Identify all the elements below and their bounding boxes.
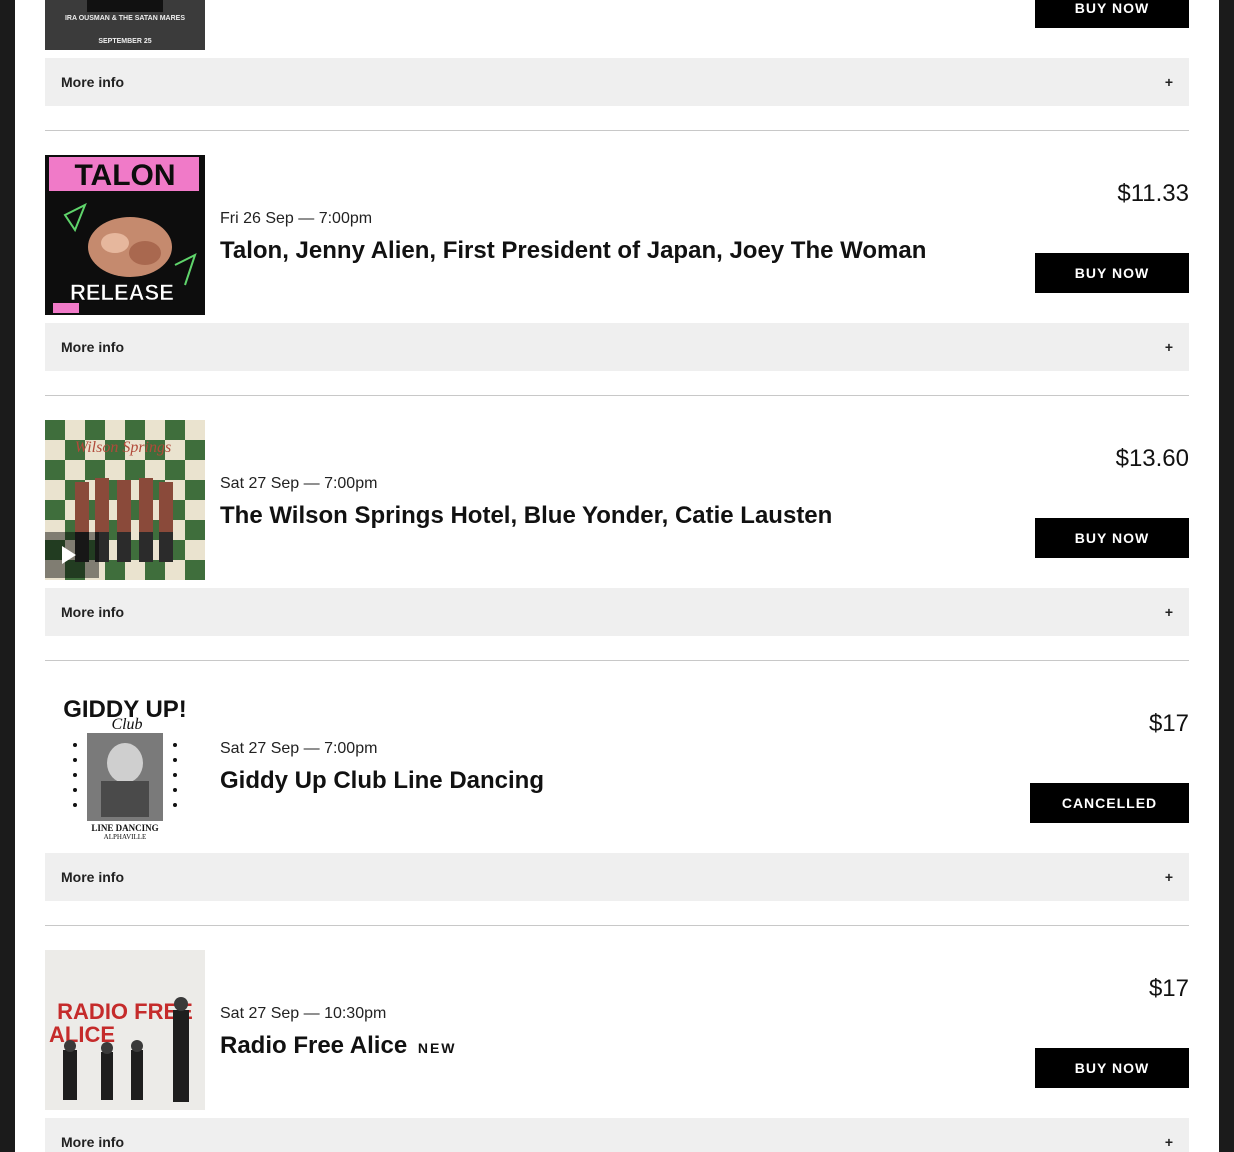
- more-info-toggle[interactable]: More info +: [45, 1118, 1189, 1152]
- expand-plus-icon: +: [1164, 604, 1173, 620]
- svg-text:RELEASE: RELEASE: [70, 280, 174, 305]
- event-listing-page: IRA OUSMAN & THE SATAN MARES SEPTEMBER 2…: [15, 0, 1219, 1152]
- event-date: Fri 26 Sep — 7:00pm: [220, 210, 373, 227]
- event-divider: [45, 660, 1189, 661]
- more-info-toggle[interactable]: More info +: [45, 58, 1189, 106]
- cancelled-button[interactable]: CANCELLED: [1030, 783, 1189, 823]
- event-title[interactable]: Radio Free Alice NEW: [220, 1032, 457, 1062]
- event-title[interactable]: Talon, Jenny Alien, First President of J…: [220, 237, 926, 265]
- event-meta: Sat 27 Sep — 7:00pm Giddy Up Club Line D…: [220, 740, 544, 795]
- event-meta: Fri 26 Sep — 7:00pm Talon, Jenny Alien, …: [220, 210, 926, 265]
- more-info-label: More info: [61, 339, 124, 355]
- more-info-toggle[interactable]: More info +: [45, 588, 1189, 636]
- buy-now-button[interactable]: BUY NOW: [1035, 0, 1189, 28]
- buy-now-button[interactable]: BUY NOW: [1035, 253, 1189, 293]
- event-date: Sat 27 Sep — 10:30pm: [220, 1005, 387, 1022]
- expand-plus-icon: +: [1164, 1134, 1173, 1150]
- poster-date-lettering: SEPTEMBER 25: [98, 38, 151, 45]
- event-price: $17: [1148, 710, 1189, 737]
- poster-lettering: IRA OUSMAN & THE SATAN MARES: [65, 15, 185, 22]
- svg-text:ALPHAVILLE: ALPHAVILLE: [104, 833, 147, 841]
- buy-now-button[interactable]: BUY NOW: [1035, 1048, 1189, 1088]
- expand-plus-icon: +: [1164, 74, 1173, 90]
- event-price: $13.60: [1115, 445, 1189, 472]
- event-date: Sat 27 Sep — 7:00pm: [220, 740, 378, 757]
- svg-text:RADIO FREE: RADIO FREE: [57, 999, 193, 1024]
- event-price: $11.33: [1117, 180, 1189, 207]
- event-price: $17: [1148, 975, 1189, 1002]
- svg-text:Club: Club: [111, 716, 142, 733]
- expand-plus-icon: +: [1164, 869, 1173, 885]
- new-badge: NEW: [417, 1040, 457, 1056]
- svg-text:TALON: TALON: [74, 159, 175, 192]
- event-divider: [45, 395, 1189, 396]
- event-card: IRA OUSMAN & THE SATAN MARES SEPTEMBER 2…: [45, 0, 1189, 50]
- event-poster[interactable]: RADIO FREE ALICE: [45, 950, 205, 1110]
- event-card: RADIO FREE ALICE Sat 27 Sep — 10:30pm Ra…: [45, 950, 1189, 1110]
- more-info-label: More info: [61, 1134, 124, 1150]
- event-meta: Sat 27 Sep — 10:30pm Radio Free Alice NE…: [220, 1005, 457, 1062]
- event-date: Sat 27 Sep — 7:00pm: [220, 475, 378, 492]
- more-info-label: More info: [61, 604, 124, 620]
- buy-now-button[interactable]: BUY NOW: [1035, 518, 1189, 558]
- expand-plus-icon: +: [1164, 339, 1173, 355]
- event-title[interactable]: Giddy Up Club Line Dancing: [220, 767, 544, 795]
- more-info-label: More info: [61, 869, 124, 885]
- event-poster[interactable]: TALON RELEASE: [45, 155, 205, 315]
- event-divider: [45, 130, 1189, 131]
- event-card: TALON RELEASE Fri 26 Sep — 7:00pm Talon,…: [45, 155, 1189, 315]
- event-card: GIDDY UP! Club LINE DANCING ALPHAVILLE S…: [45, 685, 1189, 845]
- event-meta: Sat 27 Sep — 7:00pm The Wilson Springs H…: [220, 475, 832, 530]
- svg-text:LINE DANCING: LINE DANCING: [91, 823, 158, 833]
- event-divider: [45, 925, 1189, 926]
- event-title[interactable]: The Wilson Springs Hotel, Blue Yonder, C…: [220, 502, 832, 530]
- more-info-toggle[interactable]: More info +: [45, 323, 1189, 371]
- event-poster[interactable]: Wilson Springs: [45, 420, 205, 580]
- more-info-toggle[interactable]: More info +: [45, 853, 1189, 901]
- event-title-text: Radio Free Alice: [220, 1032, 408, 1059]
- event-poster[interactable]: GIDDY UP! Club LINE DANCING ALPHAVILLE: [45, 685, 205, 845]
- more-info-label: More info: [61, 74, 124, 90]
- event-poster[interactable]: IRA OUSMAN & THE SATAN MARES SEPTEMBER 2…: [45, 0, 205, 50]
- event-card: Wilson Springs Sat 27 Sep — 7:00pm The W…: [45, 420, 1189, 580]
- svg-text:Wilson Springs: Wilson Springs: [75, 439, 171, 456]
